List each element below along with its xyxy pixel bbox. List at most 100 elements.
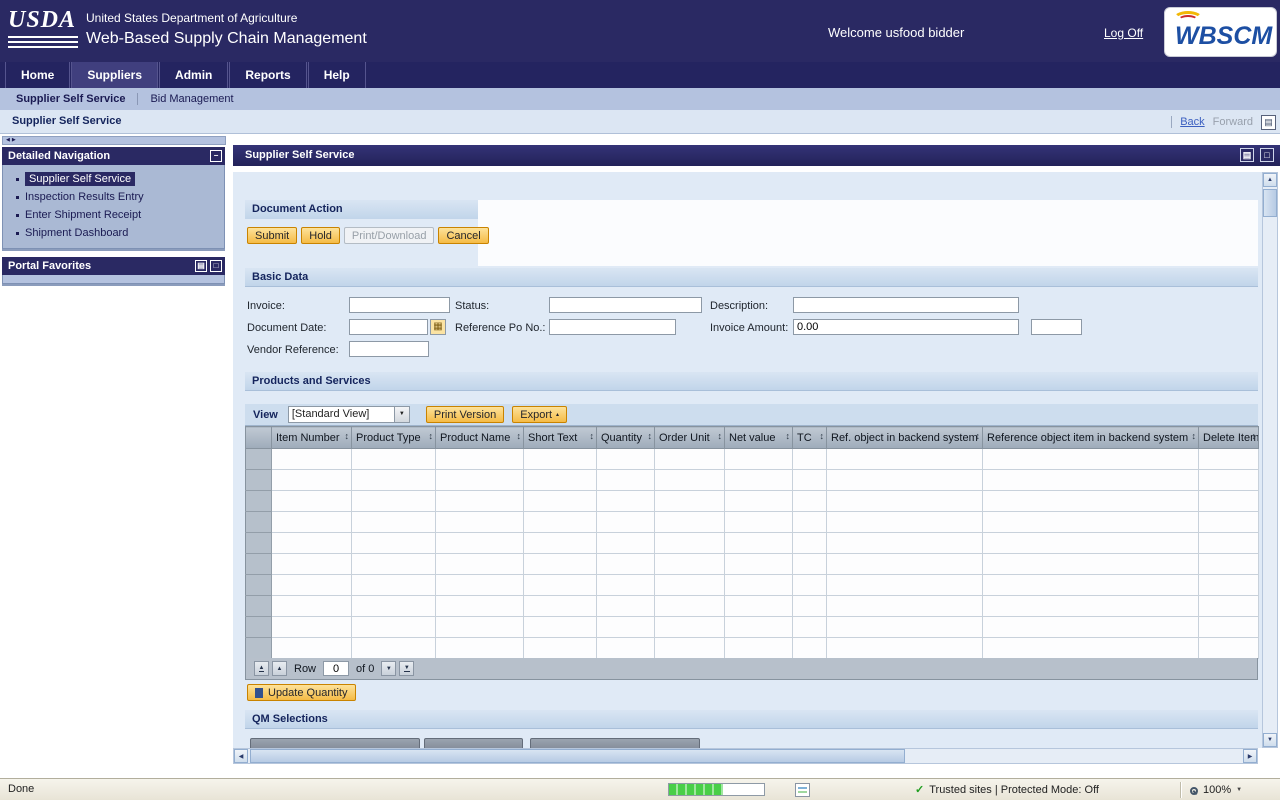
print-version-button[interactable]: Print Version [426,406,504,423]
chevron-down-icon[interactable]: ▼ [394,407,409,422]
tab-reports[interactable]: Reports [229,62,306,88]
table-row [246,575,1259,596]
row-selector[interactable] [246,512,272,533]
column-header-tc[interactable]: TC↕ [793,427,827,449]
horizontal-scroll-thumb[interactable] [250,749,905,763]
export-button[interactable]: Export ▴ [512,406,567,423]
column-header-product-type[interactable]: Product Type↕ [352,427,436,449]
sidebar-scroll-strip[interactable]: ◀▶ [2,136,226,145]
column-header-short-text[interactable]: Short Text↕ [524,427,597,449]
chevron-down-icon[interactable]: ▼ [1236,787,1242,793]
table-cell [524,512,597,533]
row-selector[interactable] [246,470,272,491]
description-input[interactable] [793,297,1019,313]
table-cell [597,617,655,638]
column-header-ref-object-item[interactable]: Reference object item in backend system↕ [983,427,1199,449]
scroll-right-icon[interactable]: ▶ [1243,749,1257,763]
table-cell [725,596,793,617]
row-selector[interactable] [246,596,272,617]
scroll-up-icon[interactable]: ▲ [1263,173,1277,187]
submit-button[interactable]: Submit [247,227,297,244]
table-cell [655,491,725,512]
row-number-input[interactable] [323,661,349,676]
horizontal-scrollbar[interactable]: ◀ ▶ [233,748,1258,764]
wbscm-logo: WBSCM [1164,7,1277,57]
row-selector[interactable] [246,449,272,470]
favorites-menu-icon[interactable]: ▤ [195,260,207,272]
row-selector[interactable] [246,575,272,596]
clipped-element [530,738,700,748]
table-cell [793,596,827,617]
currency-input[interactable] [1031,319,1082,335]
vertical-scrollbar[interactable]: ▲ ▼ [1262,172,1278,748]
sort-icon: ↕ [820,431,825,441]
invoice-amount-input[interactable] [793,319,1019,335]
select-all-header[interactable] [246,427,272,449]
scroll-right-icon[interactable]: ▶ [12,137,18,143]
table-cell [1199,575,1259,596]
scroll-left-icon[interactable]: ◀ [234,749,248,763]
zoom-level: 100% [1203,784,1231,796]
column-header-net-value[interactable]: Net value↕ [725,427,793,449]
reference-po-input[interactable] [549,319,676,335]
table-cell [725,554,793,575]
update-quantity-button[interactable]: Update Quantity [247,684,356,701]
row-selector[interactable] [246,533,272,554]
tab-home[interactable]: Home [5,62,70,88]
scroll-down-icon[interactable]: ▼ [1263,733,1277,747]
first-row-button[interactable]: ▲ [254,661,269,676]
row-selector[interactable] [246,617,272,638]
table-cell [352,512,436,533]
tab-suppliers[interactable]: Suppliers [71,62,158,88]
hold-button[interactable]: Hold [301,227,340,244]
invoice-input[interactable] [349,297,450,313]
last-row-button[interactable]: ▼ [399,661,414,676]
table-cell [983,533,1199,554]
back-link[interactable]: Back [1180,116,1204,128]
status-input[interactable] [549,297,702,313]
collapse-panel-icon[interactable]: □ [210,260,222,272]
previous-row-button[interactable]: ▲ [272,661,287,676]
vendor-reference-input[interactable] [349,341,429,357]
row-selector[interactable] [246,491,272,512]
table-cell [352,533,436,554]
tab-help[interactable]: Help [308,62,366,88]
row-selector[interactable] [246,638,272,659]
cancel-button[interactable]: Cancel [438,227,488,244]
subnav-bid-management[interactable]: Bid Management [150,93,233,105]
table-cell [983,491,1199,512]
table-cell [272,575,352,596]
document-date-input[interactable] [349,319,428,335]
sidebar-item-inspection-results-entry[interactable]: Inspection Results Entry [3,188,224,206]
next-row-button[interactable]: ▼ [381,661,396,676]
detailed-navigation-header: Detailed Navigation − [2,147,225,165]
table-cell [1199,638,1259,659]
agency-name: United States Department of Agriculture [86,11,297,25]
column-header-order-unit[interactable]: Order Unit↕ [655,427,725,449]
maximize-icon[interactable]: □ [1260,148,1274,162]
table-cell [352,575,436,596]
vertical-scroll-thumb[interactable] [1263,189,1277,217]
subnav-supplier-self-service[interactable]: Supplier Self Service [16,93,125,105]
tab-admin[interactable]: Admin [159,62,228,88]
column-header-delete-item[interactable]: Delete Item↕ [1199,427,1259,449]
column-header-product-name[interactable]: Product Name↕ [436,427,524,449]
calendar-icon[interactable]: ▦ [430,319,446,335]
table-cell [655,554,725,575]
sidebar-item-enter-shipment-receipt[interactable]: Enter Shipment Receipt [3,206,224,224]
column-header-ref-object[interactable]: Ref. object in backend system↕ [827,427,983,449]
update-quantity-label: Update Quantity [268,687,348,699]
sidebar-item-supplier-self-service[interactable]: Supplier Self Service [3,170,224,188]
sidebar-item-shipment-dashboard[interactable]: Shipment Dashboard [3,224,224,242]
page-menu-icon[interactable]: ▤ [1240,148,1254,162]
collapse-panel-icon[interactable]: − [210,150,222,162]
document-action-header: Document Action [245,200,478,219]
page-options-icon[interactable]: ▤ [1261,115,1276,130]
view-select[interactable]: [Standard View] ▼ [288,406,410,423]
row-selector[interactable] [246,554,272,575]
column-header-item-number[interactable]: Item Number↕ [272,427,352,449]
column-header-quantity[interactable]: Quantity↕ [597,427,655,449]
log-off-link[interactable]: Log Off [1104,26,1143,40]
zoom-control[interactable]: 100% ▼ [1190,781,1242,799]
zoom-icon [1190,782,1198,798]
